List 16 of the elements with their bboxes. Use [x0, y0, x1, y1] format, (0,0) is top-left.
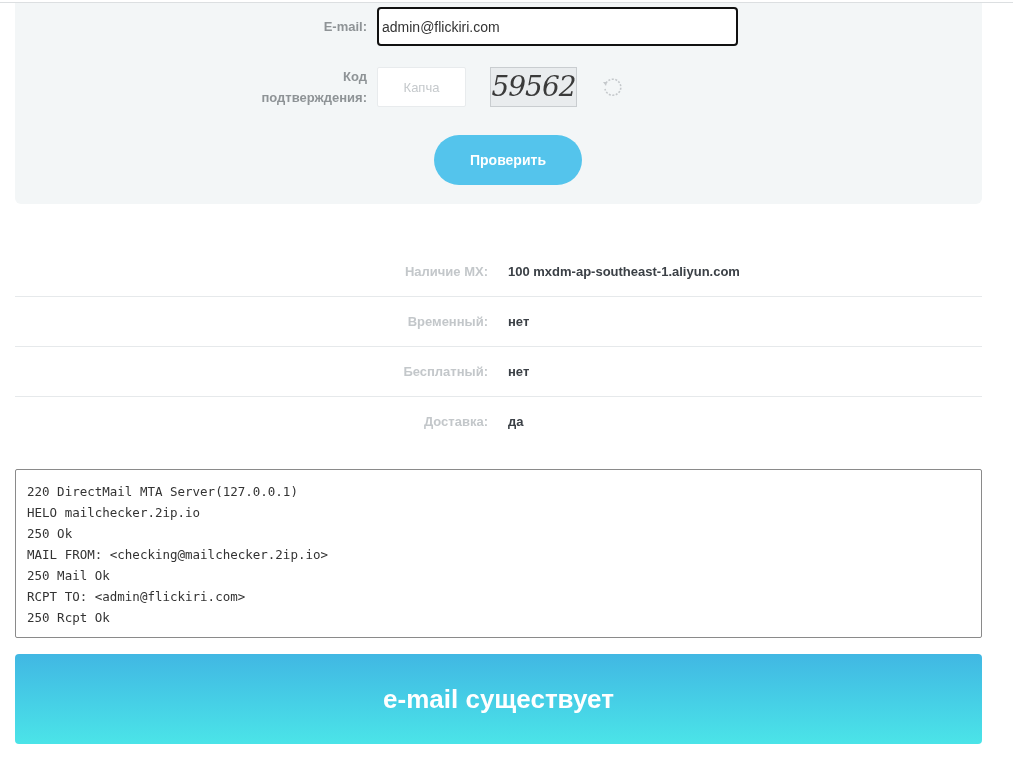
result-value: нет	[508, 312, 530, 331]
result-value: нет	[508, 362, 530, 381]
captcha-image: 59562	[490, 67, 577, 107]
result-value: да	[508, 413, 524, 432]
result-label: Бесплатный:	[402, 362, 488, 381]
refresh-icon[interactable]	[601, 76, 623, 98]
email-field[interactable]: admin@flickiri.com	[377, 7, 738, 46]
result-banner: e-mail существует	[15, 654, 982, 744]
field-label: Код подтверждения:	[260, 68, 367, 107]
captcha-field[interactable]: Капча	[377, 67, 466, 107]
result-label: Доставка:	[422, 413, 488, 432]
result-value: 100 mxdm-ap-southeast-1.aliyun.com	[508, 262, 740, 281]
result-label: Временный:	[406, 312, 488, 331]
log-box: 220 DirectMail MTA Server(127.0.0.1) HELO mailchecker.2ip.io 250 Ok MAIL FROM: <checking@mailchecker.2ip.io> 250 Mail Ok RCPT TO: <admin@flickiri.com> 250 Rcpt Ok	[15, 469, 982, 638]
field-label: E-mail:	[322, 17, 367, 36]
result-label: Наличие MX:	[403, 262, 488, 281]
